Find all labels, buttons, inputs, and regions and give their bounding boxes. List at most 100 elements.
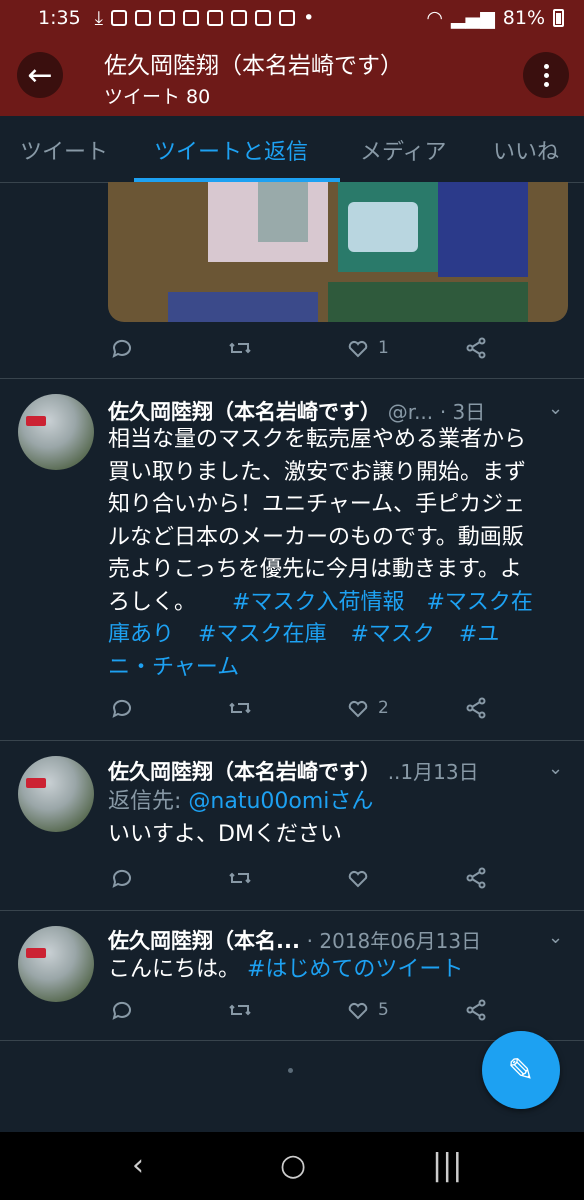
share-button[interactable] [464,696,488,720]
avatar[interactable] [18,926,94,1002]
like-button[interactable]: 2 [346,696,389,720]
tweet-date[interactable]: · 3日 [440,400,485,424]
tweet-line: いいすよ、DMください [108,821,342,847]
hashtag-link[interactable]: #ユ [459,622,499,647]
like-count: 2 [378,698,389,718]
reply-button[interactable] [110,696,134,720]
hashtag-link[interactable]: 庫あり [108,622,174,647]
like-button[interactable]: 1 [346,336,389,360]
signal-icon: ▂▄▆ [450,7,495,29]
nav-recents-icon[interactable]: ||| [432,1148,462,1183]
app-icon [279,10,296,26]
mention-link[interactable]: @natu00omiさん [188,789,373,814]
user-name[interactable]: 佐久岡陸翔（本名岩崎です） [108,760,381,784]
hashtag-link[interactable]: #マスク在庫 [198,622,326,647]
app-icon [111,10,128,26]
compose-tweet-button[interactable]: ✎ [482,1031,560,1109]
avatar[interactable] [18,394,94,470]
share-icon [466,697,486,719]
tweet-text: こんにちは。 #はじめてのツイート [108,954,558,987]
tweet-media-image[interactable] [108,182,568,322]
status-time: 1:35 [38,7,81,29]
share-button[interactable] [464,866,488,890]
chevron-down-icon[interactable]: ⌄ [548,398,563,419]
tweet-line: ろしく。 [108,589,197,615]
retweet-button[interactable] [228,998,252,1022]
like-button[interactable]: 5 [346,998,389,1022]
reply-icon [112,339,131,358]
wifi-icon: ◠ [426,7,443,29]
retweet-icon [229,1004,251,1016]
system-nav-bar: ‹ ○ ||| [0,1132,584,1200]
hashtag-link[interactable]: #マスク入荷情報 [232,590,404,615]
avatar[interactable] [18,756,94,832]
dot-icon: • [303,7,315,29]
status-bar: 1:35 ⤓ • ◠ ▂▄▆ 81% [0,0,584,36]
share-icon [466,337,486,359]
chevron-down-icon[interactable]: ⌄ [548,758,563,779]
back-button[interactable]: ← [17,52,63,98]
tab-likes[interactable]: いいね [493,134,559,166]
user-handle[interactable]: @r... [388,400,433,424]
tweet-line: 相当な量のマスクを転売屋やめる業者から [108,427,527,452]
tweet-actions: 2 [108,696,568,726]
mail-icon [207,10,224,26]
mail-icon [183,10,200,26]
retweet-button[interactable] [228,696,252,720]
hashtag-link[interactable]: ニ・チャーム [108,655,239,680]
reply-icon [112,869,131,888]
tweet-line: こんにちは。 [108,957,247,982]
tweet-line: 売よりこっちを優先に今月は動きます。よ [108,557,522,582]
tweet-actions [108,866,568,896]
hashtag-link[interactable]: #マスク [350,622,434,647]
heart-icon [348,1002,368,1020]
hashtag-link[interactable]: #マスク在 [426,590,532,615]
profile-title: 佐久岡陸翔（本名岩崎です） [104,53,403,79]
mail-icon [159,10,176,26]
user-name[interactable]: 佐久岡陸翔（本名... [108,929,300,953]
tweet-count: ツイート 80 [104,86,211,108]
share-icon [466,867,486,889]
divider [0,910,584,911]
retweet-button[interactable] [228,336,252,360]
tweet-date[interactable]: · 2018年06月13日 [307,929,482,953]
retweet-icon [229,342,251,354]
share-button[interactable] [464,336,488,360]
heart-icon [348,700,368,718]
tweet-line: 知り合いから！ユニチャーム、手ピカジェ [108,492,526,517]
profile-tabs: ツイート ツイートと返信 メディア いいね [0,116,584,183]
nav-back-icon[interactable]: ‹ [132,1148,144,1183]
hashtag-link[interactable]: #はじめてのツイート [247,957,463,982]
nav-home-icon[interactable]: ○ [280,1148,306,1183]
reply-button[interactable] [110,336,134,360]
chevron-down-icon[interactable]: ⌄ [548,927,563,948]
share-button[interactable] [464,998,488,1022]
more-options-button[interactable] [523,52,569,98]
retweet-icon [229,702,251,714]
battery-icon [553,9,564,27]
reply-prefix: 返信先: [108,789,189,814]
reply-icon [112,699,131,718]
like-count: 1 [378,338,389,358]
divider [0,740,584,741]
retweet-button[interactable] [228,866,252,890]
tab-tweets[interactable]: ツイート [20,134,108,166]
notification-icons: ⤓ • [95,7,315,29]
heart-icon [348,340,368,358]
arrow-left-icon: ← [27,57,53,93]
tweet-date[interactable]: ..1月13日 [388,760,479,784]
like-button[interactable] [346,866,378,890]
reply-button[interactable] [110,866,134,890]
tweet-line: 買い取りました、激安でお譲り開始。まず [108,459,527,485]
reply-button[interactable] [110,998,134,1022]
more-vertical-icon [543,63,549,69]
reply-icon [112,1001,131,1020]
tweet-text: 相当な量のマスクを転売屋やめる業者から 買い取りました、激安でお譲り開始。まず … [108,424,558,684]
like-count: 5 [378,1000,389,1020]
tweet-actions: 5 [108,998,568,1028]
tab-media[interactable]: メディア [360,134,446,166]
tab-tweets-and-replies[interactable]: ツイートと返信 [154,134,308,166]
tweet-line: ルなど日本のメーカーのものです。動画販 [108,524,524,550]
compose-feather-icon: ✎ [507,1051,535,1089]
user-name[interactable]: 佐久岡陸翔（本名岩崎です） [108,400,381,424]
